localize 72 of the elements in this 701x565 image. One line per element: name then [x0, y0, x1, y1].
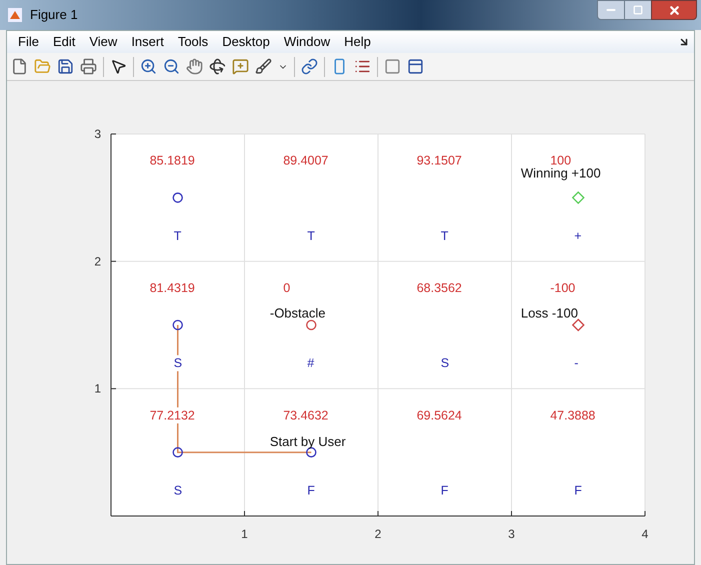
policy-symbol: S	[174, 484, 182, 498]
state-value: 93.1507	[416, 154, 462, 168]
circle-marker	[306, 320, 316, 330]
policy-symbol: S	[440, 356, 450, 370]
brush-icon[interactable]	[255, 58, 272, 75]
save-icon[interactable]	[57, 58, 74, 75]
policy-symbol: T	[307, 228, 315, 243]
zoom-out-icon[interactable]	[163, 58, 180, 75]
annotation-label: -Obstacle	[270, 306, 326, 321]
legend-icon[interactable]	[354, 58, 371, 75]
policy-symbol: T	[440, 228, 448, 243]
circle-marker	[172, 447, 183, 458]
panel-icon[interactable]	[407, 58, 424, 75]
y-tick-label: 2	[94, 254, 101, 268]
menu-item[interactable]: Help	[337, 32, 378, 52]
state-value: 77.2132	[150, 408, 195, 422]
menu-item[interactable]: Insert	[124, 32, 171, 52]
state-value: 47.3888	[550, 408, 596, 422]
y-tick-label: 1	[94, 382, 101, 396]
annotation-label: Winning +100	[520, 165, 601, 180]
diamond-marker	[572, 191, 585, 204]
state-value: 73.4632	[283, 408, 328, 422]
annotation-label: Start by User	[270, 434, 346, 450]
maximize-icon	[633, 5, 643, 15]
x-tick-label: 2	[374, 527, 382, 541]
state-value: -100	[550, 281, 576, 296]
menu-item[interactable]: Desktop	[215, 32, 277, 52]
diamond-marker	[572, 318, 585, 332]
menu-item[interactable]: View	[82, 32, 124, 52]
minimize-button[interactable]	[597, 0, 625, 20]
policy-symbol: +	[574, 228, 582, 243]
close-icon	[668, 4, 680, 16]
menu-item[interactable]: Window	[276, 32, 338, 52]
window-title: Figure 1	[30, 6, 78, 24]
maximize-button[interactable]	[625, 0, 651, 20]
state-value: 89.4007	[283, 154, 328, 168]
circle-marker	[306, 447, 316, 458]
state-value: 100	[550, 154, 572, 168]
policy-symbol: -	[574, 356, 578, 370]
square-icon[interactable]	[384, 58, 401, 75]
policy-symbol: F	[440, 484, 448, 498]
hand-icon[interactable]	[186, 58, 203, 75]
annotation-label: Loss -100	[520, 306, 578, 321]
close-button[interactable]	[651, 0, 697, 20]
zoom-in-icon[interactable]	[140, 58, 157, 75]
state-value: 68.3562	[416, 281, 462, 296]
policy-symbol: F	[307, 484, 315, 498]
state-value: 81.4319	[150, 281, 195, 296]
y-tick-label: 3	[94, 127, 101, 141]
app-logo-icon	[8, 8, 22, 22]
printer-icon[interactable]	[80, 58, 97, 75]
pointer-icon[interactable]	[110, 58, 127, 75]
policy-symbol: S	[174, 356, 182, 370]
policy-symbol: F	[574, 484, 582, 498]
rotate-icon[interactable]	[209, 58, 226, 75]
policy-symbol: T	[174, 228, 182, 243]
x-tick-label: 3	[508, 527, 515, 541]
x-tick-label: 1	[241, 527, 248, 541]
x-tick-label: 4	[642, 527, 648, 541]
menu-item[interactable]: File	[11, 32, 46, 52]
dock-arrow-icon[interactable]	[678, 36, 690, 48]
menu-item[interactable]: Edit	[46, 32, 82, 52]
state-value: 69.5624	[416, 408, 462, 422]
circle-marker	[172, 192, 183, 203]
link-icon[interactable]	[301, 58, 318, 75]
new-file-icon[interactable]	[11, 58, 28, 75]
state-value: 85.1819	[150, 154, 195, 168]
circle-marker	[172, 320, 183, 330]
state-value: 0	[283, 281, 290, 296]
data-cursor-icon[interactable]	[232, 58, 249, 75]
menu-item[interactable]: Tools	[170, 32, 216, 52]
policy-symbol: #	[307, 356, 314, 370]
